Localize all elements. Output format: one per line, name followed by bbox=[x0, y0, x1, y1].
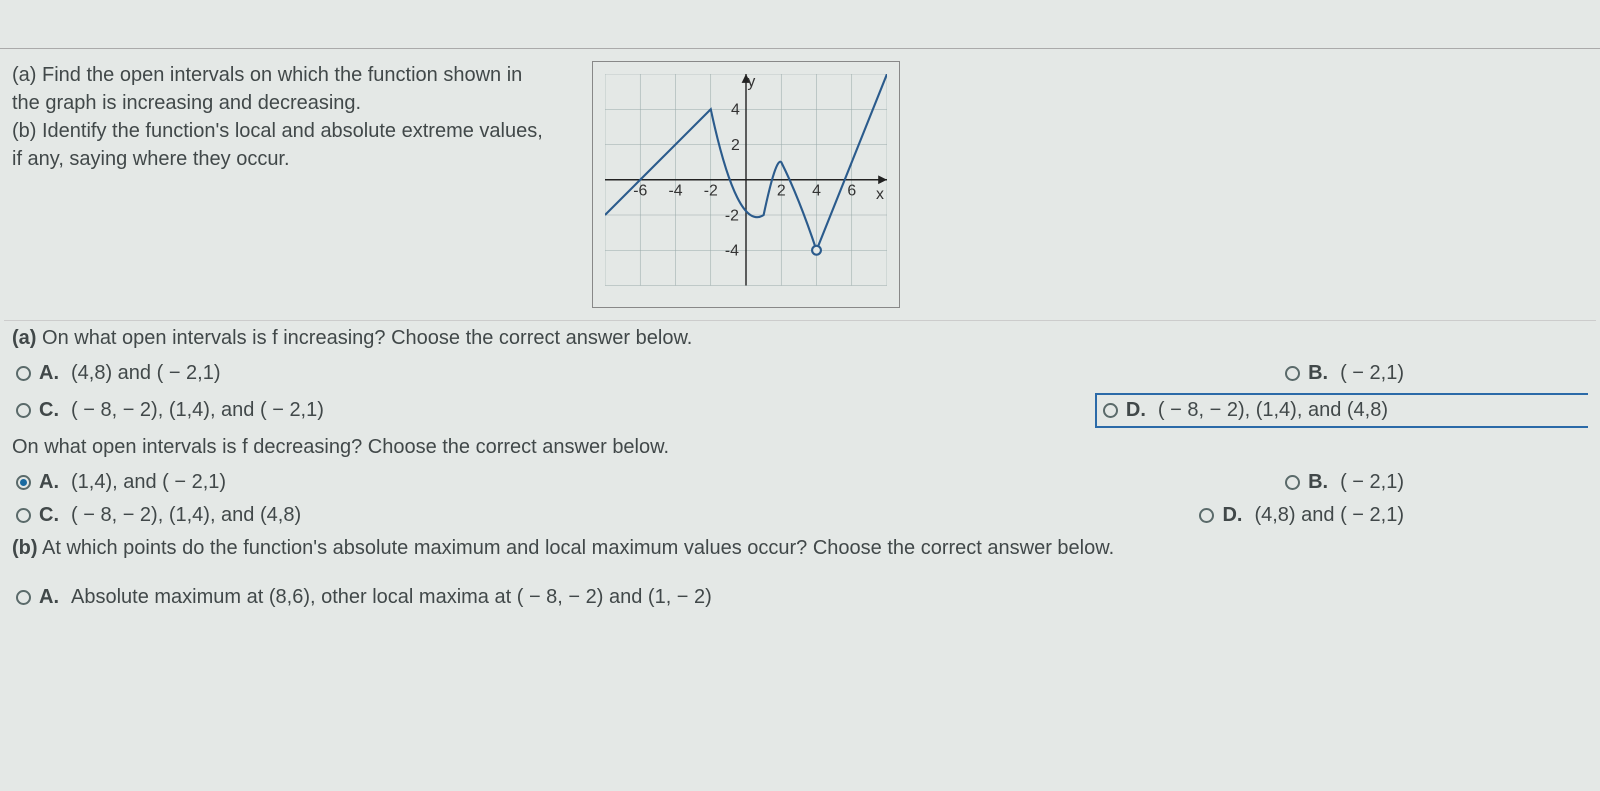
q3-row1: A. Absolute maximum at (8,6), other loca… bbox=[4, 580, 1596, 613]
q2-prompt-row: On what open intervals is f decreasing? … bbox=[4, 430, 1596, 465]
graph-svg: -6 -4 -2 2 4 6 4 2 -2 -4 y x bbox=[605, 74, 887, 286]
q1-a-text: (4,8) and ( − 2,1) bbox=[71, 362, 221, 385]
svg-text:-4: -4 bbox=[668, 183, 682, 200]
q1-d-text: ( − 8, − 2), (1,4), and (4,8) bbox=[1158, 399, 1388, 422]
q2-option-a[interactable]: A. (1,4), and ( − 2,1) bbox=[12, 469, 230, 496]
question-content: (a) Find the open intervals on which the… bbox=[0, 48, 1600, 621]
q3-prompt-row: (b) At which points do the function's ab… bbox=[4, 531, 1596, 566]
q1-option-b[interactable]: B. ( − 2,1) bbox=[1281, 360, 1408, 387]
radio-icon bbox=[16, 403, 31, 418]
radio-icon bbox=[16, 366, 31, 381]
q2-row1: A. (1,4), and ( − 2,1) B. ( − 2,1) bbox=[4, 465, 1596, 498]
q1-c-letter: C. bbox=[39, 399, 59, 422]
q2-c-text: ( − 8, − 2), (1,4), and (4,8) bbox=[71, 504, 301, 527]
q1-d-letter: D. bbox=[1126, 399, 1146, 422]
q2-option-d[interactable]: D. (4,8) and ( − 2,1) bbox=[1195, 502, 1408, 529]
problem-header-row: (a) Find the open intervals on which the… bbox=[4, 57, 1596, 320]
q1-label: (a) bbox=[12, 327, 36, 349]
q1-prompt: On what open intervals is f increasing? … bbox=[36, 327, 692, 349]
radio-icon bbox=[1285, 475, 1300, 490]
svg-text:6: 6 bbox=[847, 183, 856, 200]
function-graph: -6 -4 -2 2 4 6 4 2 -2 -4 y x bbox=[592, 61, 900, 308]
q3-prompt: At which points do the function's absolu… bbox=[38, 537, 1115, 559]
radio-icon bbox=[1285, 366, 1300, 381]
q1-prompt-row: (a) On what open intervals is f increasi… bbox=[4, 320, 1596, 356]
problem-statement: (a) Find the open intervals on which the… bbox=[12, 61, 552, 173]
q1-b-letter: B. bbox=[1308, 362, 1328, 385]
q1-b-text: ( − 2,1) bbox=[1340, 362, 1404, 385]
q1-row1: A. (4,8) and ( − 2,1) B. ( − 2,1) bbox=[4, 356, 1596, 389]
radio-icon bbox=[16, 590, 31, 605]
q1-option-a[interactable]: A. (4,8) and ( − 2,1) bbox=[12, 360, 225, 387]
q2-a-text: (1,4), and ( − 2,1) bbox=[71, 471, 226, 494]
q3-a-text: Absolute maximum at (8,6), other local m… bbox=[71, 586, 712, 609]
svg-text:-6: -6 bbox=[633, 183, 647, 200]
q2-c-letter: C. bbox=[39, 504, 59, 527]
radio-icon bbox=[1103, 403, 1118, 418]
svg-text:4: 4 bbox=[812, 183, 821, 200]
svg-text:y: y bbox=[747, 74, 755, 90]
q2-prompt: On what open intervals is f decreasing? … bbox=[12, 436, 669, 458]
q2-d-letter: D. bbox=[1222, 504, 1242, 527]
q1-row2: C. ( − 8, − 2), (1,4), and ( − 2,1) D. (… bbox=[4, 389, 1596, 430]
q2-row2: C. ( − 8, − 2), (1,4), and (4,8) D. (4,8… bbox=[4, 498, 1596, 531]
q2-option-c[interactable]: C. ( − 8, − 2), (1,4), and (4,8) bbox=[12, 502, 305, 529]
svg-text:-2: -2 bbox=[725, 207, 739, 224]
svg-text:2: 2 bbox=[777, 183, 786, 200]
radio-icon bbox=[16, 508, 31, 523]
q1-option-d[interactable]: D. ( − 8, − 2), (1,4), and (4,8) bbox=[1095, 393, 1588, 428]
q2-b-text: ( − 2,1) bbox=[1340, 471, 1404, 494]
q2-option-b[interactable]: B. ( − 2,1) bbox=[1281, 469, 1408, 496]
svg-text:2: 2 bbox=[731, 137, 740, 154]
svg-text:4: 4 bbox=[731, 102, 740, 119]
svg-text:-2: -2 bbox=[704, 183, 718, 200]
part-b-text: (b) Identify the function's local and ab… bbox=[12, 120, 543, 170]
q2-d-text: (4,8) and ( − 2,1) bbox=[1254, 504, 1404, 527]
q1-a-letter: A. bbox=[39, 362, 59, 385]
svg-text:x: x bbox=[876, 186, 884, 203]
q3-a-letter: A. bbox=[39, 586, 59, 609]
q2-a-letter: A. bbox=[39, 471, 59, 494]
q3-option-a[interactable]: A. Absolute maximum at (8,6), other loca… bbox=[12, 584, 716, 611]
graph-container: -6 -4 -2 2 4 6 4 2 -2 -4 y x bbox=[592, 61, 900, 308]
q1-c-text: ( − 8, − 2), (1,4), and ( − 2,1) bbox=[71, 399, 324, 422]
part-a-text: (a) Find the open intervals on which the… bbox=[12, 64, 522, 114]
q1-option-c[interactable]: C. ( − 8, − 2), (1,4), and ( − 2,1) bbox=[12, 393, 328, 428]
q2-b-letter: B. bbox=[1308, 471, 1328, 494]
radio-icon bbox=[1199, 508, 1214, 523]
q3-label: (b) bbox=[12, 537, 38, 559]
radio-icon-selected bbox=[16, 475, 31, 490]
svg-text:-4: -4 bbox=[725, 243, 739, 260]
